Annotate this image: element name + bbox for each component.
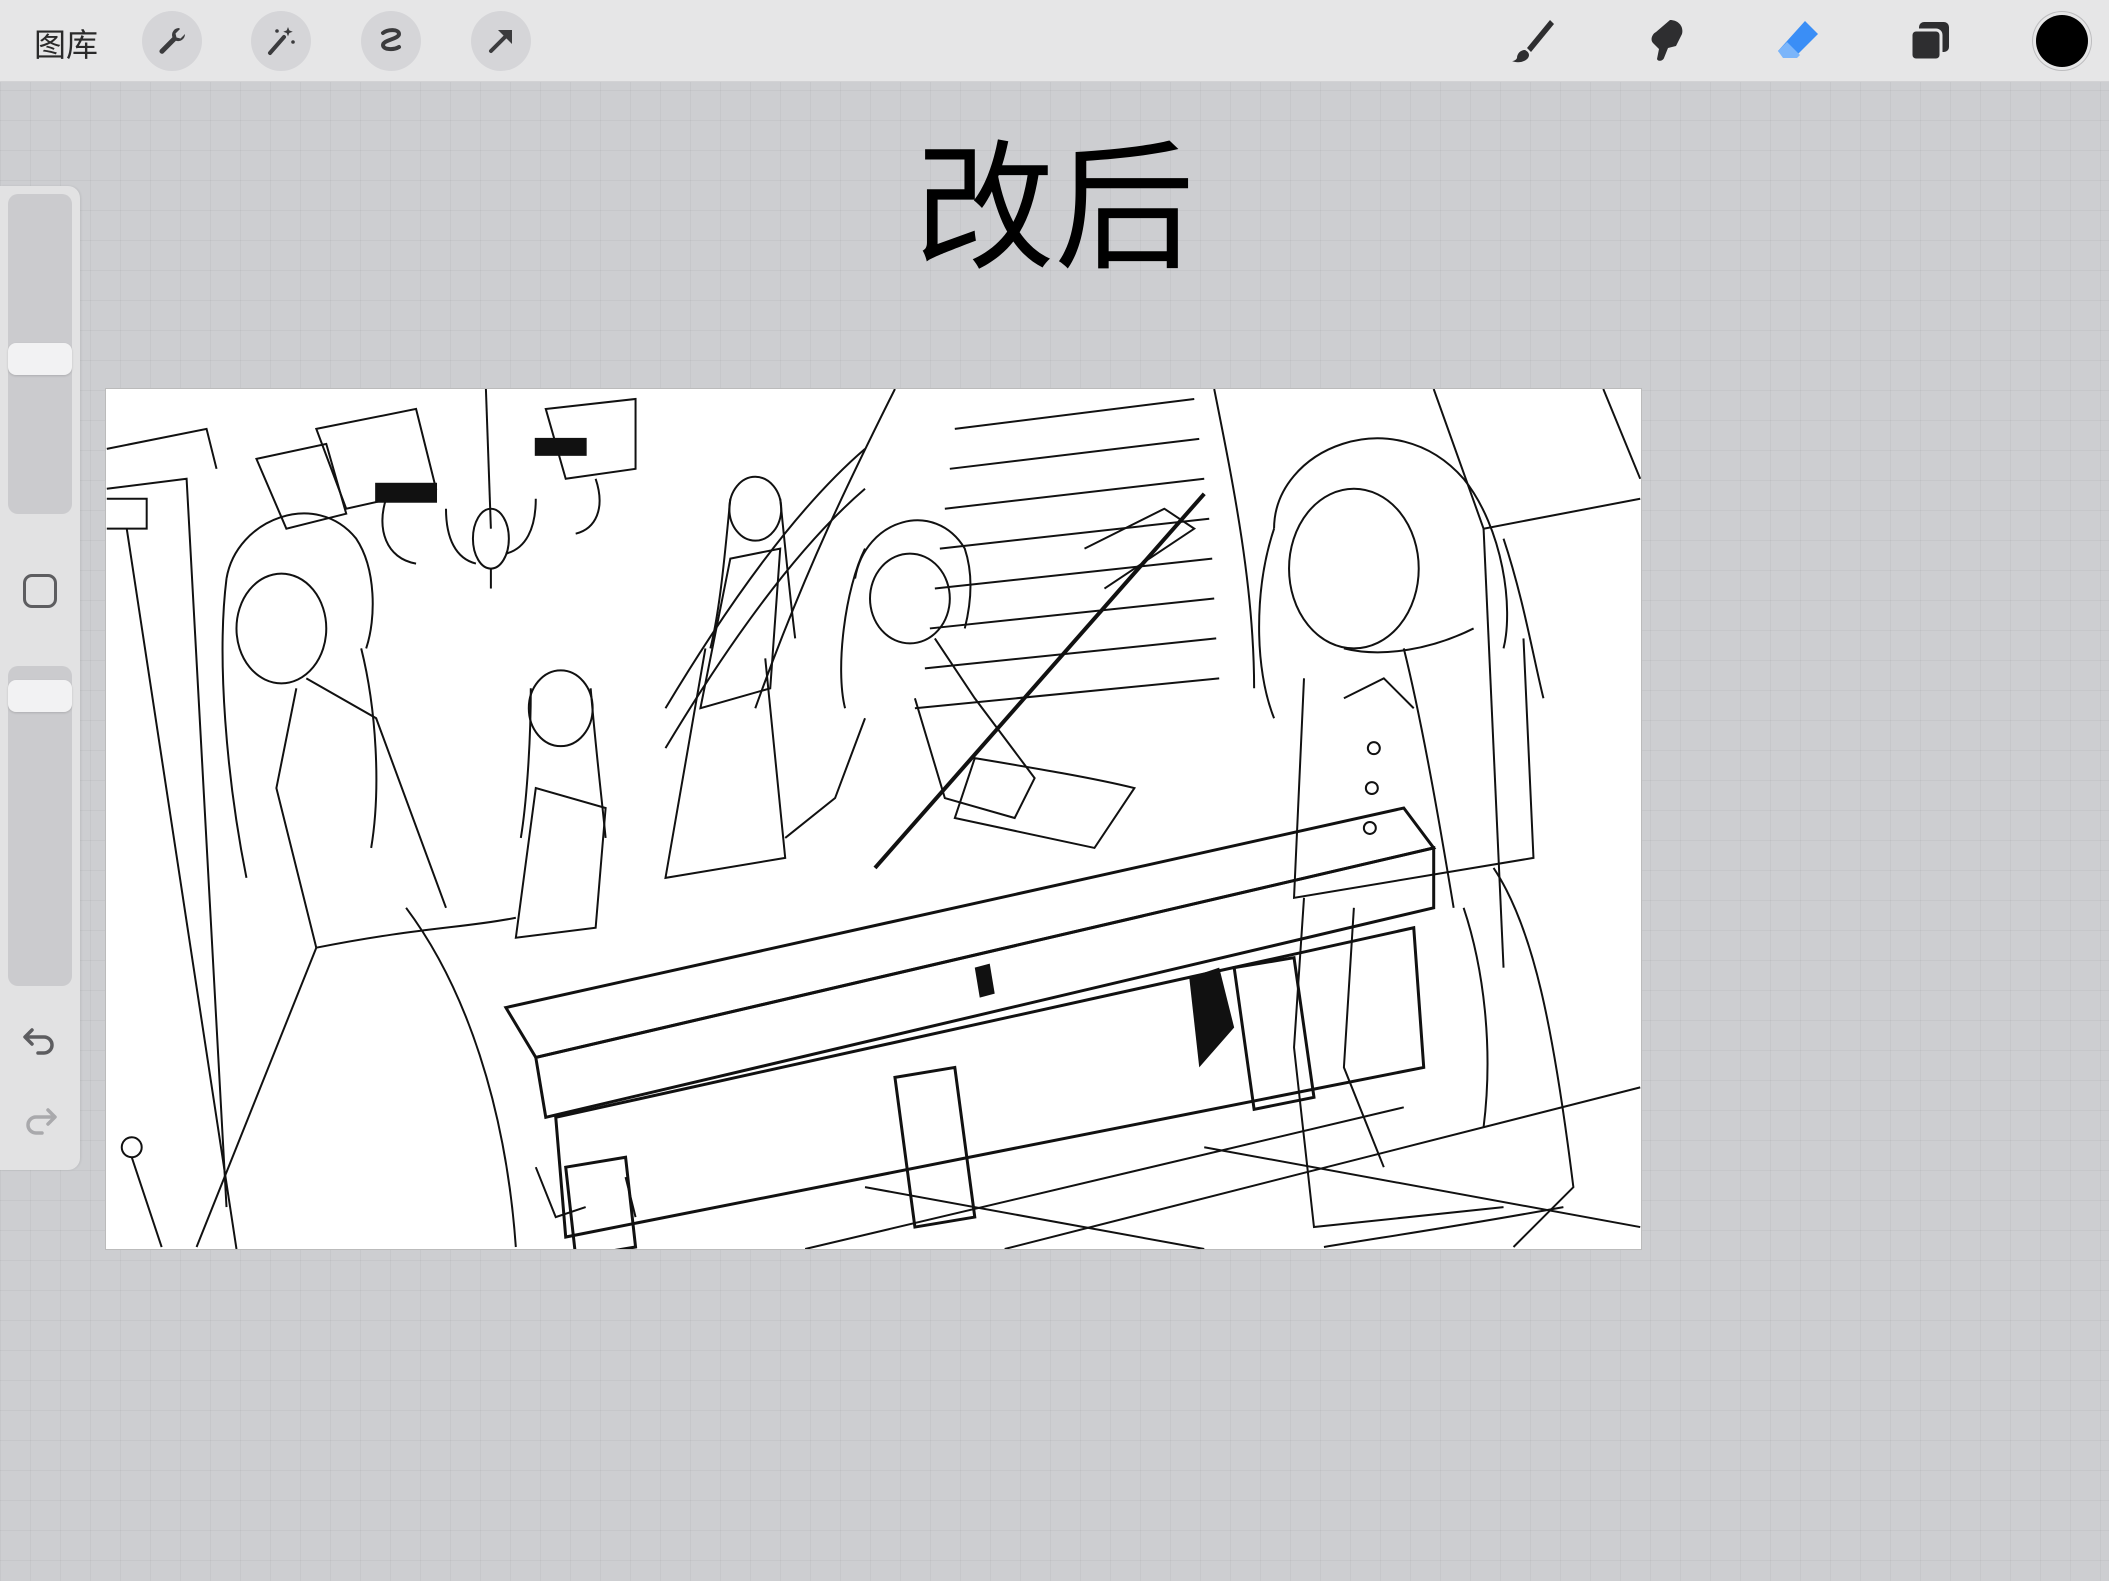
gallery-button[interactable]: 图库 [34, 20, 98, 66]
layers-button[interactable] [1903, 14, 1957, 68]
redo-icon[interactable] [20, 1100, 60, 1140]
staircase [664, 389, 1256, 749]
smudge-button[interactable] [1638, 14, 1692, 68]
left-sidebar [0, 186, 80, 1170]
color-picker-button[interactable] [2036, 15, 2088, 67]
chandelier [255, 389, 637, 589]
wrench-icon [159, 28, 186, 54]
line-art-illustration [106, 389, 1641, 1249]
top-toolbar: 图库 [0, 0, 2109, 82]
artwork-canvas[interactable] [105, 388, 1642, 1250]
smudge-icon [1651, 20, 1683, 61]
selection-icon [380, 28, 402, 52]
opacity-thumb[interactable] [8, 680, 72, 712]
character-middle [514, 669, 637, 1219]
transform-button[interactable] [471, 11, 531, 71]
magic-wand-icon [268, 27, 295, 55]
character-right [1258, 437, 1575, 1248]
eraser-icon [1778, 21, 1818, 58]
transform-icon [489, 30, 512, 53]
character-twintails [784, 492, 1206, 870]
modify-square-icon[interactable] [23, 574, 57, 608]
adjustments-button[interactable] [251, 11, 311, 71]
brush-button[interactable] [1505, 14, 1559, 68]
undo-icon[interactable] [20, 1020, 60, 1060]
brush-size-thumb[interactable] [8, 343, 72, 375]
layers-icon [1909, 22, 1949, 62]
canvas-heading-text: 改后 [914, 128, 1195, 291]
selection-button[interactable] [361, 11, 421, 71]
eraser-button[interactable] [1771, 14, 1825, 68]
brush-icon [1512, 20, 1554, 63]
opacity-slider[interactable] [8, 666, 72, 986]
actions-button[interactable] [142, 11, 202, 71]
